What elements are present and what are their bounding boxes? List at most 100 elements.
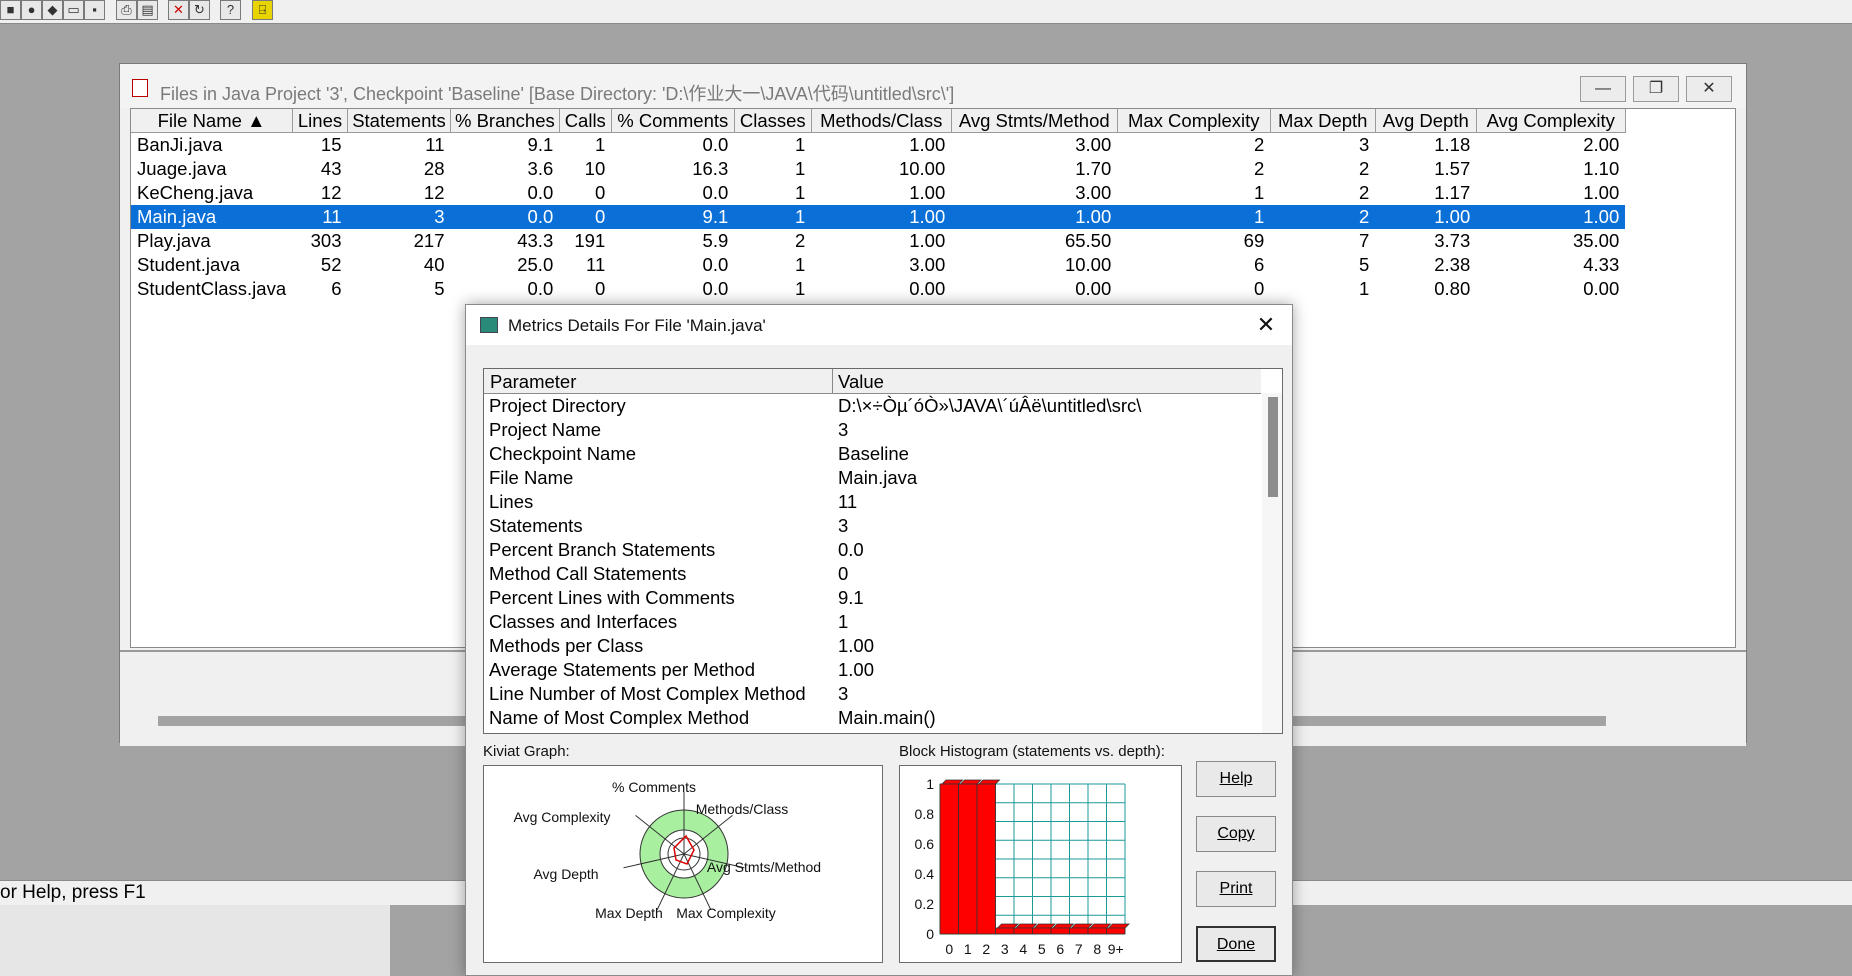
parameter-row[interactable]: Project Directory D:\×÷Òµ´óÒ»\JAVA\´úÂë\u…: [484, 393, 1261, 417]
table-row[interactable]: BanJi.java 15 11 9.1 1 0.0 1 1.00 3.00 2 3 1.18 2.00: [131, 133, 1625, 158]
parameter-row[interactable]: File Name Main.java: [484, 465, 1261, 489]
close-button[interactable]: ✕: [1686, 76, 1732, 102]
dialog-close-button[interactable]: ✕: [1252, 311, 1280, 339]
metric-cell: 1: [794, 158, 806, 179]
histogram-y-tick: 0.2: [915, 896, 935, 912]
exit-icon[interactable]: ⍈: [252, 0, 273, 20]
metric-cell: 1.00: [951, 205, 1118, 229]
parameter-row[interactable]: Percent Branch Statements 0.0: [484, 537, 1261, 561]
metric-cell: 6: [1253, 254, 1265, 275]
metric-cell: 0: [594, 278, 606, 299]
metric-cell: 0: [1253, 278, 1265, 299]
metric-cell: 0: [594, 182, 606, 203]
parameter-name: Project Name: [489, 419, 602, 440]
column-header-1[interactable]: Lines: [292, 109, 348, 133]
parameter-row[interactable]: Lines 11: [484, 489, 1261, 513]
parameter-name: Classes and Interfaces: [489, 611, 678, 632]
metric-cell: 43.3: [517, 230, 554, 251]
taskbar-thumbnail[interactable]: [0, 905, 390, 976]
files-window-titlebar: Files in Java Project '3', Checkpoint 'B…: [120, 64, 1746, 108]
parameter-column-header[interactable]: Parameter: [490, 371, 576, 393]
column-header-10[interactable]: Max Depth: [1270, 109, 1376, 133]
histogram-bar: [1087, 927, 1107, 935]
histogram-y-tick: 0.8: [915, 806, 935, 822]
save-icon[interactable]: ▪: [84, 0, 105, 20]
table-row[interactable]: Student.java 52 40 25.0 11 0.0 1 3.00 10.00 6 5 2.3…: [131, 253, 1625, 277]
parameter-row[interactable]: Project Name 3: [484, 417, 1261, 441]
metric-cell: 2: [1253, 158, 1265, 179]
table-row[interactable]: Play.java 303 217 43.3 191 5.9 2 1.00 65.50 69 7 3.…: [131, 229, 1625, 253]
parameter-row[interactable]: Method Call Statements 0: [484, 561, 1261, 585]
column-header-4[interactable]: Calls: [559, 109, 612, 133]
histogram-x-tick: 6: [1056, 941, 1064, 957]
column-header-12[interactable]: Avg Complexity: [1476, 109, 1626, 133]
refresh-icon[interactable]: ↻: [189, 0, 210, 20]
done-button[interactable]: Done: [1196, 926, 1276, 962]
parameters-header: Parameter Value: [484, 369, 1261, 394]
parameter-name: Name of Most Complex Method: [489, 707, 750, 728]
parameter-row[interactable]: Name of Most Complex Method Main.main(): [484, 705, 1261, 729]
column-header-6[interactable]: Classes: [734, 109, 812, 133]
open-checkpoint-icon[interactable]: ●: [21, 0, 42, 20]
histogram-bar-top: [978, 779, 1001, 785]
column-header-3[interactable]: % Branches: [450, 109, 560, 133]
checkpoint-icon[interactable]: ◆: [42, 0, 63, 20]
metric-cell: 12: [423, 182, 445, 203]
copy-button[interactable]: Copy: [1196, 816, 1276, 852]
histogram-x-tick: 9+: [1108, 941, 1124, 957]
dialog-icon: [480, 317, 498, 333]
column-header-8[interactable]: Avg Stmts/Method: [951, 109, 1118, 133]
help-button[interactable]: Help: [1196, 761, 1276, 797]
open-folder-icon[interactable]: ▭: [63, 0, 84, 20]
parameter-row[interactable]: Average Statements per Method 1.00: [484, 657, 1261, 681]
dialog-title: Metrics Details For File 'Main.java': [508, 316, 766, 335]
value-column-header[interactable]: Value: [838, 371, 884, 393]
parameter-value: Main.java: [838, 467, 918, 488]
column-header-2[interactable]: Statements: [347, 109, 451, 133]
file-name-cell: BanJi.java: [137, 134, 223, 155]
table-row[interactable]: KeCheng.java 12 12 0.0 0 0.0 1 1.00 3.00 1 2 1.17 1.…: [131, 181, 1625, 205]
metric-cell: 1.00: [909, 182, 946, 203]
histogram-bar-top: [996, 923, 1019, 929]
parameter-value: 0.0: [838, 539, 864, 560]
parameter-row[interactable]: Checkpoint Name Baseline: [484, 441, 1261, 465]
column-header-5[interactable]: % Comments: [611, 109, 735, 133]
metric-cell: 1.00: [811, 205, 952, 229]
parameter-row[interactable]: Percent Lines with Comments 9.1: [484, 585, 1261, 609]
metric-cell: 1: [794, 278, 806, 299]
column-header-0[interactable]: File Name ▲: [131, 109, 293, 133]
context-help-icon[interactable]: ?: [220, 0, 241, 20]
scrollbar-thumb[interactable]: [1268, 397, 1278, 497]
parameter-row[interactable]: Classes and Interfaces 1: [484, 609, 1261, 633]
table-row[interactable]: Main.java 11 3 0.0 0 9.1 1 1.00 1.00 1 2 1.00 1.00: [131, 205, 1626, 229]
metric-cell: 11: [425, 134, 445, 155]
metric-cell: 0: [559, 205, 612, 229]
column-header-11[interactable]: Avg Depth: [1375, 109, 1477, 133]
parameter-row[interactable]: Methods per Class 1.00: [484, 633, 1261, 657]
print-preview-icon[interactable]: ▤: [137, 0, 158, 20]
column-header-9[interactable]: Max Complexity: [1117, 109, 1271, 133]
parameter-value: 3: [838, 683, 849, 704]
delete-icon[interactable]: ✕: [168, 0, 189, 20]
print-button[interactable]: Print: [1196, 871, 1276, 907]
restore-button[interactable]: ❐: [1633, 76, 1679, 102]
metric-cell: 1: [794, 254, 806, 275]
vertical-scrollbar[interactable]: [1262, 393, 1282, 733]
kiviat-axis-label: Avg Complexity: [513, 809, 610, 825]
table-row[interactable]: Juage.java 43 28 3.6 10 16.3 1 10.00 1.70 2 2 1.57 1…: [131, 157, 1625, 181]
table-row[interactable]: StudentClass.java 6 5 0.0 0 0.0 1 0.00 0.00 0 1 0.8…: [131, 277, 1625, 301]
parameter-row[interactable]: Line Number of Most Complex Method 3: [484, 681, 1261, 705]
metric-cell: 9.1: [527, 134, 554, 155]
metric-cell: 10: [584, 158, 606, 179]
column-header-7[interactable]: Methods/Class: [811, 109, 952, 133]
histogram-label: Block Histogram (statements vs. depth):: [899, 743, 1165, 760]
new-project-icon[interactable]: ■: [0, 0, 21, 20]
minimize-button[interactable]: —: [1580, 76, 1626, 102]
histogram-bar-top: [1033, 923, 1056, 929]
parameter-name: Method Call Statements: [489, 563, 687, 584]
parameter-row[interactable]: Statements 3: [484, 513, 1261, 537]
metric-cell: 2: [1270, 205, 1376, 229]
print-icon[interactable]: ⎙: [116, 0, 137, 20]
file-name-cell: Main.java: [131, 205, 293, 229]
metric-cell: 3.6: [527, 158, 554, 179]
